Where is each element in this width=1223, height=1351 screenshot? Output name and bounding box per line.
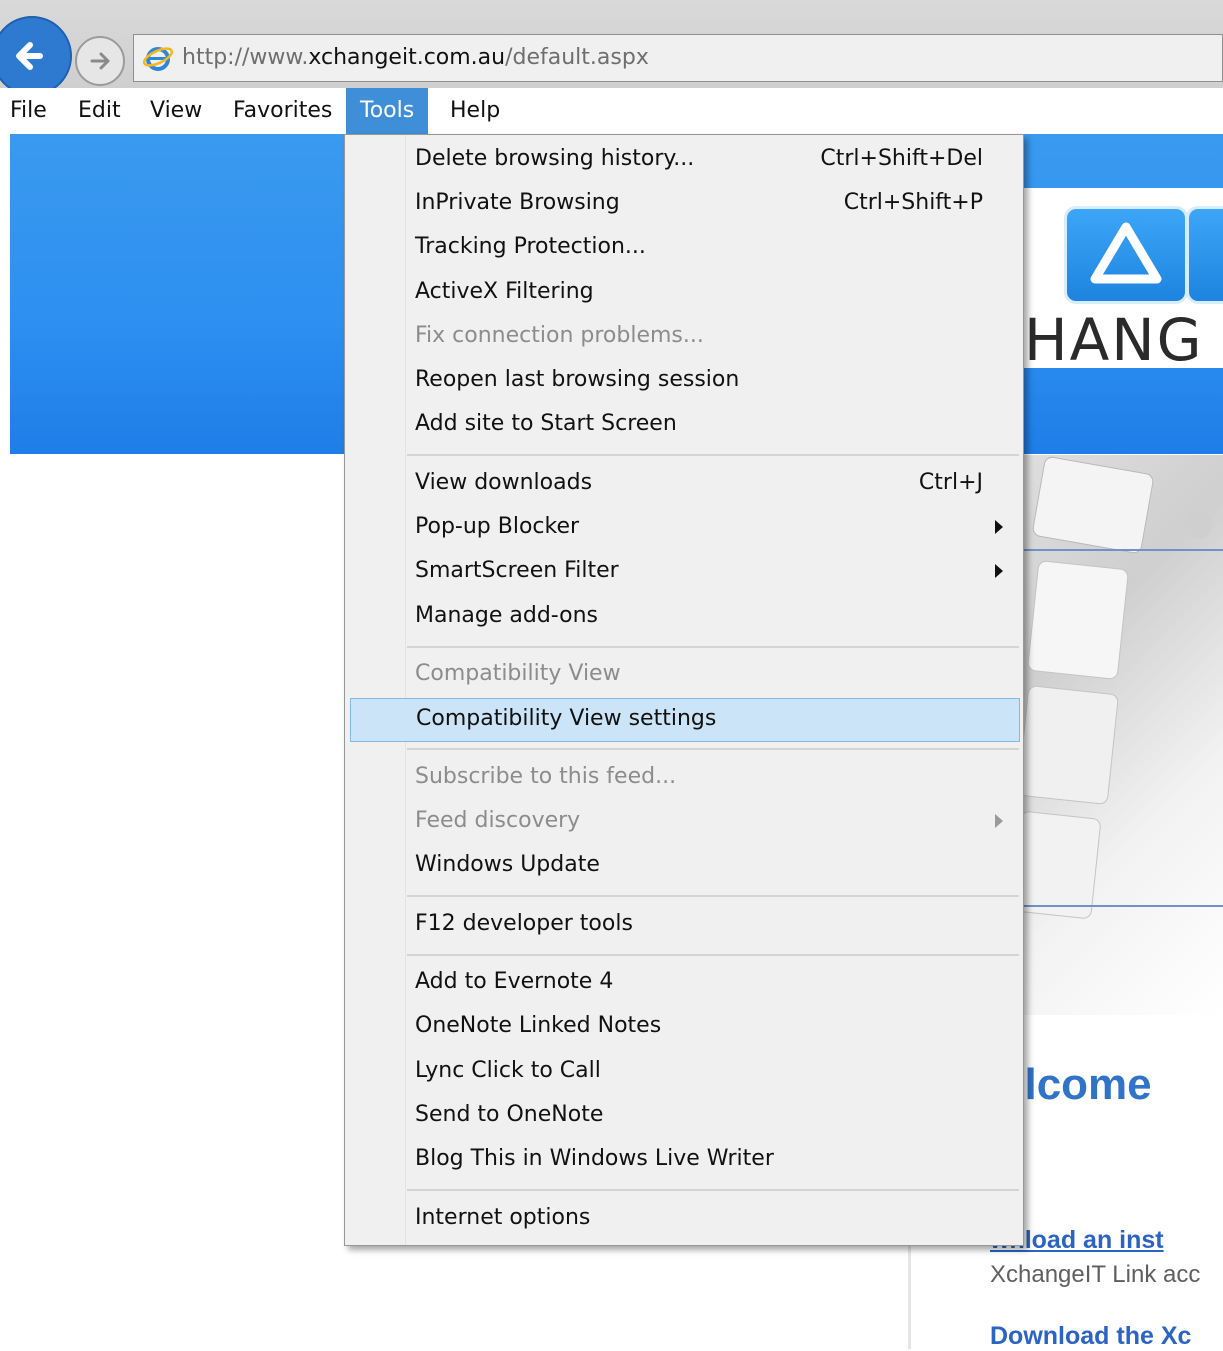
menu-item-label: Fix connection problems... [415,323,704,348]
triangle-logo-icon [1090,222,1162,284]
menu-item-label: Tracking Protection... [415,234,646,259]
menu-help[interactable]: Help [436,88,514,134]
menu-item-add-site-to-start[interactable]: Add site to Start Screen [345,403,1023,447]
back-arrow-icon [16,42,43,70]
menu-item-activex-filtering[interactable]: ActiveX Filtering [345,271,1023,315]
menu-item-windows-update[interactable]: Windows Update [345,844,1023,888]
menu-item-label: Blog This in Windows Live Writer [415,1146,774,1171]
ie-icon [142,47,174,71]
link-description: XchangeIT Link acc [990,1261,1201,1288]
menu-favorites[interactable]: Favorites [219,88,346,134]
menu-bar: File Edit View Favorites Tools Help [0,88,1223,134]
menu-item-label: Pop-up Blocker [415,514,580,539]
submenu-arrow-icon [995,564,1003,578]
menu-separator [407,895,1019,897]
url-host: xchangeit.com.au [308,45,506,70]
menu-item-inprivate-browsing[interactable]: InPrivate Browsing Ctrl+Shift+P [345,182,1023,226]
url-text[interactable]: http://www.xchangeit.com.au/default.aspx [182,45,649,70]
menu-item-blog-this[interactable]: Blog This in Windows Live Writer [345,1138,1023,1182]
menu-item-shortcut: Ctrl+Shift+Del [820,146,983,171]
logo-tile-partial [1186,206,1223,304]
menu-view[interactable]: View [136,88,216,134]
menu-item-label: Compatibility View [415,661,621,686]
menu-item-label: View downloads [415,470,593,495]
menu-item-view-downloads[interactable]: View downloads Ctrl+J [345,462,1023,506]
site-logo-text: HANG [1024,306,1204,374]
menu-item-onenote-linked-notes[interactable]: OneNote Linked Notes [345,1005,1023,1049]
url-path: /default.aspx [505,45,649,70]
menu-item-tracking-protection[interactable]: Tracking Protection... [345,226,1023,270]
menu-item-shortcut: Ctrl+J [918,470,983,495]
forward-arrow-icon [90,52,110,70]
browser-toolbar: http://www.xchangeit.com.au/default.aspx [0,0,1223,96]
menu-item-internet-options[interactable]: Internet options [345,1197,1023,1241]
menu-item-label: OneNote Linked Notes [415,1013,662,1038]
logo-tile-triangle [1064,206,1188,304]
menu-item-label: Subscribe to this feed... [415,764,677,789]
submenu-arrow-icon [995,814,1003,828]
photo-line-top [1024,549,1223,551]
menu-item-compatibility-view: Compatibility View [345,653,1023,697]
menu-item-feed-discovery: Feed discovery [345,800,1023,844]
menu-separator [407,646,1019,648]
menu-item-label: Compatibility View settings [416,706,717,731]
menu-item-fix-connection-problems: Fix connection problems... [345,315,1023,359]
menu-item-label: Manage add-ons [415,603,599,628]
menu-item-shortcut: Ctrl+Shift+P [843,190,983,215]
menu-item-subscribe-feed: Subscribe to this feed... [345,756,1023,800]
menu-item-label: Add site to Start Screen [415,411,677,436]
menu-item-f12-developer-tools[interactable]: F12 developer tools [345,903,1023,947]
menu-item-label: Windows Update [415,852,600,877]
menu-item-send-to-onenote[interactable]: Send to OneNote [345,1094,1023,1138]
tools-dropdown-menu: Delete browsing history... Ctrl+Shift+De… [344,134,1024,1246]
menu-item-manage-addons[interactable]: Manage add-ons [345,595,1023,639]
menu-item-label: ActiveX Filtering [415,279,594,304]
url-prefix: http://www. [182,45,309,70]
menu-edit[interactable]: Edit [64,88,135,134]
menu-separator [407,454,1019,456]
photo-line-bottom [1024,905,1223,907]
menu-item-label: InPrivate Browsing [415,190,620,215]
menu-item-delete-browsing-history[interactable]: Delete browsing history... Ctrl+Shift+De… [345,138,1023,182]
submenu-arrow-icon [995,520,1003,534]
menu-item-popup-blocker[interactable]: Pop-up Blocker [345,506,1023,550]
menu-item-label: Add to Evernote 4 [415,969,614,994]
menu-item-label: F12 developer tools [415,911,633,936]
menu-separator [407,748,1019,750]
back-button[interactable] [0,16,72,96]
menu-item-compatibility-view-settings[interactable]: Compatibility View settings [350,698,1020,742]
menu-tools[interactable]: Tools [346,88,429,134]
menu-item-label: Send to OneNote [415,1102,604,1127]
menu-separator [407,1189,1019,1191]
menu-item-label: Feed discovery [415,808,581,833]
menu-item-smartscreen-filter[interactable]: SmartScreen Filter [345,550,1023,594]
menu-item-reopen-last-session[interactable]: Reopen last browsing session [345,359,1023,403]
menu-item-lync-click-to-call[interactable]: Lync Click to Call [345,1050,1023,1094]
address-bar[interactable]: http://www.xchangeit.com.au/default.aspx [133,34,1223,82]
menu-item-label: Delete browsing history... [415,146,695,171]
download-xchangeit-link[interactable]: Download the Xc [990,1322,1191,1351]
menu-item-add-to-evernote[interactable]: Add to Evernote 4 [345,961,1023,1005]
menu-item-label: Internet options [415,1205,591,1230]
menu-item-label: SmartScreen Filter [415,558,619,583]
menu-separator [407,954,1019,956]
forward-button[interactable] [75,36,125,86]
menu-file[interactable]: File [0,88,61,134]
menu-item-label: Reopen last browsing session [415,367,740,392]
menu-item-label: Lync Click to Call [415,1058,601,1083]
